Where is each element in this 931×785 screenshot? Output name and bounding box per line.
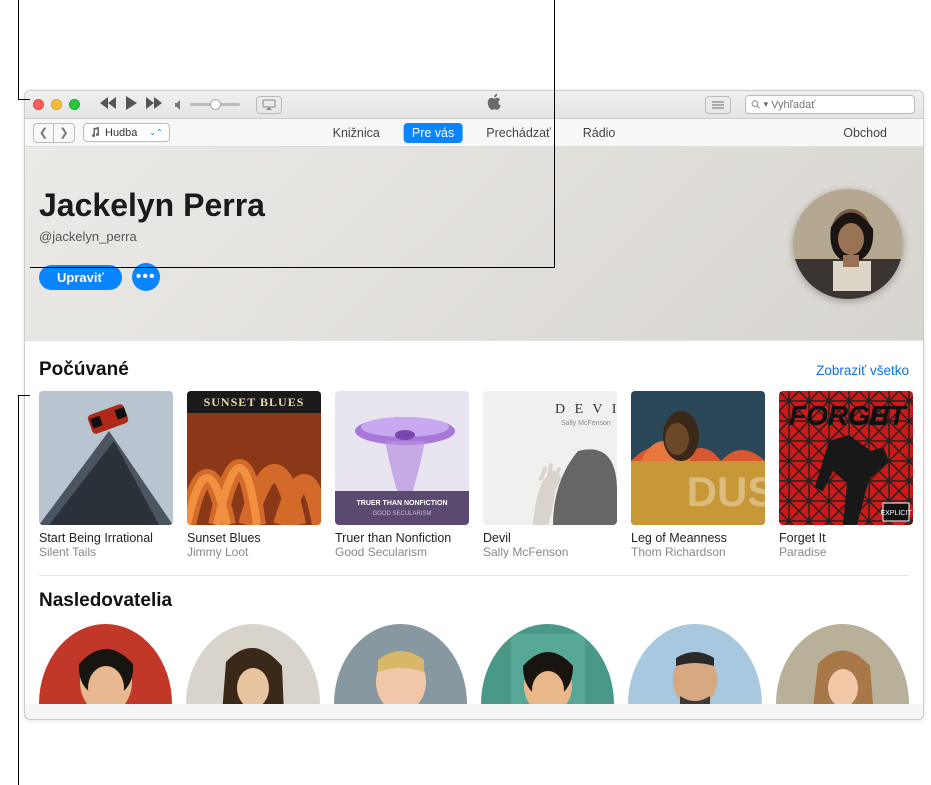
minimize-window-button[interactable] bbox=[51, 99, 62, 110]
search-scope-chevron-icon[interactable]: ▾ bbox=[764, 99, 769, 110]
now-playing-display bbox=[288, 93, 699, 116]
playback-controls bbox=[100, 96, 162, 114]
album-artist: Silent Tails bbox=[39, 545, 173, 559]
volume-icon bbox=[174, 99, 186, 111]
album-artist: Jimmy Loot bbox=[187, 545, 321, 559]
album-title: Start Being Irrational bbox=[39, 531, 173, 545]
main-tabs: Knižnica Pre vás Prechádzať Rádio bbox=[325, 123, 624, 143]
profile-handle: @jackelyn_perra bbox=[39, 229, 137, 244]
followers-section-title: Nasledovatelia bbox=[39, 590, 909, 612]
follower-avatar[interactable] bbox=[628, 624, 761, 704]
window-controls bbox=[33, 99, 80, 110]
follower-avatar[interactable] bbox=[481, 624, 614, 704]
follower-avatar[interactable] bbox=[39, 624, 172, 704]
album-title: Sunset Blues bbox=[187, 531, 321, 545]
ellipsis-icon: ••• bbox=[136, 269, 156, 285]
zoom-window-button[interactable] bbox=[69, 99, 80, 110]
app-window: ▾ ❮ ❯ Hudba ⌄⌃ Knižnica Pre vás Prechádz… bbox=[24, 90, 924, 720]
album-title: Leg of Meanness bbox=[631, 531, 765, 545]
edit-profile-button[interactable]: Upraviť bbox=[39, 265, 122, 290]
profile-header: Jackelyn Perra @jackelyn_perra Upraviť •… bbox=[25, 147, 923, 341]
album-item[interactable]: SUNSET BLUES Sunset Blues Jimmy Loot bbox=[187, 391, 321, 559]
svg-text:EXPLICIT: EXPLICIT bbox=[880, 510, 912, 517]
volume-slider[interactable] bbox=[174, 99, 240, 111]
media-picker-label: Hudba bbox=[105, 127, 137, 139]
listening-see-all-link[interactable]: Zobraziť všetko bbox=[816, 363, 909, 378]
album-artist: Thom Richardson bbox=[631, 545, 765, 559]
album-artist: Good Secularism bbox=[335, 545, 469, 559]
svg-text:DUS: DUS bbox=[687, 468, 765, 515]
album-item[interactable]: Start Being Irrational Silent Tails bbox=[39, 391, 173, 559]
album-title: Devil bbox=[483, 531, 617, 545]
airplay-icon bbox=[262, 99, 276, 111]
album-item[interactable]: DUS Leg of Meanness Thom Richardson bbox=[631, 391, 765, 559]
album-item[interactable]: D E V I L Sally McFenson Devil Sally McF… bbox=[483, 391, 617, 559]
forward-button[interactable]: ❯ bbox=[54, 124, 74, 142]
airplay-button[interactable] bbox=[256, 96, 282, 114]
follower-avatar[interactable] bbox=[776, 624, 909, 704]
apple-logo-icon bbox=[486, 93, 502, 116]
nav-back-forward: ❮ ❯ bbox=[33, 123, 75, 143]
followers-row bbox=[39, 624, 909, 704]
search-icon bbox=[751, 99, 761, 110]
up-next-button[interactable] bbox=[705, 96, 731, 114]
tab-for-you[interactable]: Pre vás bbox=[404, 123, 462, 143]
svg-text:D E V I L: D E V I L bbox=[555, 402, 617, 417]
play-button[interactable] bbox=[124, 96, 138, 114]
profile-avatar[interactable] bbox=[793, 189, 903, 299]
album-title: Truer than Nonfiction bbox=[335, 531, 469, 545]
search-input[interactable] bbox=[771, 99, 909, 111]
search-field[interactable]: ▾ bbox=[745, 95, 915, 114]
tab-store[interactable]: Obchod bbox=[843, 126, 915, 140]
content-area: Počúvané Zobraziť všetko Start Being Irr… bbox=[25, 341, 923, 704]
album-item[interactable]: FORGET IT EXPLICIT Forget It Paradise bbox=[779, 391, 913, 559]
album-artist: Paradise bbox=[779, 545, 913, 559]
next-track-button[interactable] bbox=[146, 96, 162, 113]
section-divider bbox=[39, 575, 909, 576]
follower-avatar[interactable] bbox=[186, 624, 319, 704]
list-icon bbox=[711, 100, 725, 110]
svg-text:Sally McFenson: Sally McFenson bbox=[561, 420, 611, 427]
listening-section-title: Počúvané bbox=[39, 359, 129, 381]
album-item[interactable]: TRUER THAN NONFICTION GOOD SECULARISM Tr… bbox=[335, 391, 469, 559]
tab-radio[interactable]: Rádio bbox=[575, 123, 624, 143]
listening-albums-row: Start Being Irrational Silent Tails SUNS… bbox=[39, 391, 909, 559]
svg-text:IT: IT bbox=[869, 400, 897, 431]
tab-library[interactable]: Knižnica bbox=[325, 123, 388, 143]
album-artist: Sally McFenson bbox=[483, 545, 617, 559]
back-button[interactable]: ❮ bbox=[34, 124, 54, 142]
media-picker[interactable]: Hudba ⌄⌃ bbox=[83, 123, 170, 142]
album-title: Forget It bbox=[779, 531, 913, 545]
svg-text:GOOD SECULARISM: GOOD SECULARISM bbox=[372, 511, 431, 517]
music-note-icon bbox=[90, 127, 101, 138]
follower-avatar[interactable] bbox=[334, 624, 467, 704]
source-bar: ❮ ❯ Hudba ⌄⌃ Knižnica Pre vás Prechádzať… bbox=[25, 119, 923, 147]
titlebar: ▾ bbox=[25, 91, 923, 119]
close-window-button[interactable] bbox=[33, 99, 44, 110]
svg-text:SUNSET BLUES: SUNSET BLUES bbox=[204, 395, 305, 409]
svg-text:TRUER THAN NONFICTION: TRUER THAN NONFICTION bbox=[357, 500, 448, 507]
previous-track-button[interactable] bbox=[100, 96, 116, 113]
media-picker-chevron-icon: ⌄⌃ bbox=[149, 128, 162, 137]
tab-browse[interactable]: Prechádzať bbox=[478, 123, 558, 143]
profile-name: Jackelyn Perra bbox=[39, 187, 265, 224]
